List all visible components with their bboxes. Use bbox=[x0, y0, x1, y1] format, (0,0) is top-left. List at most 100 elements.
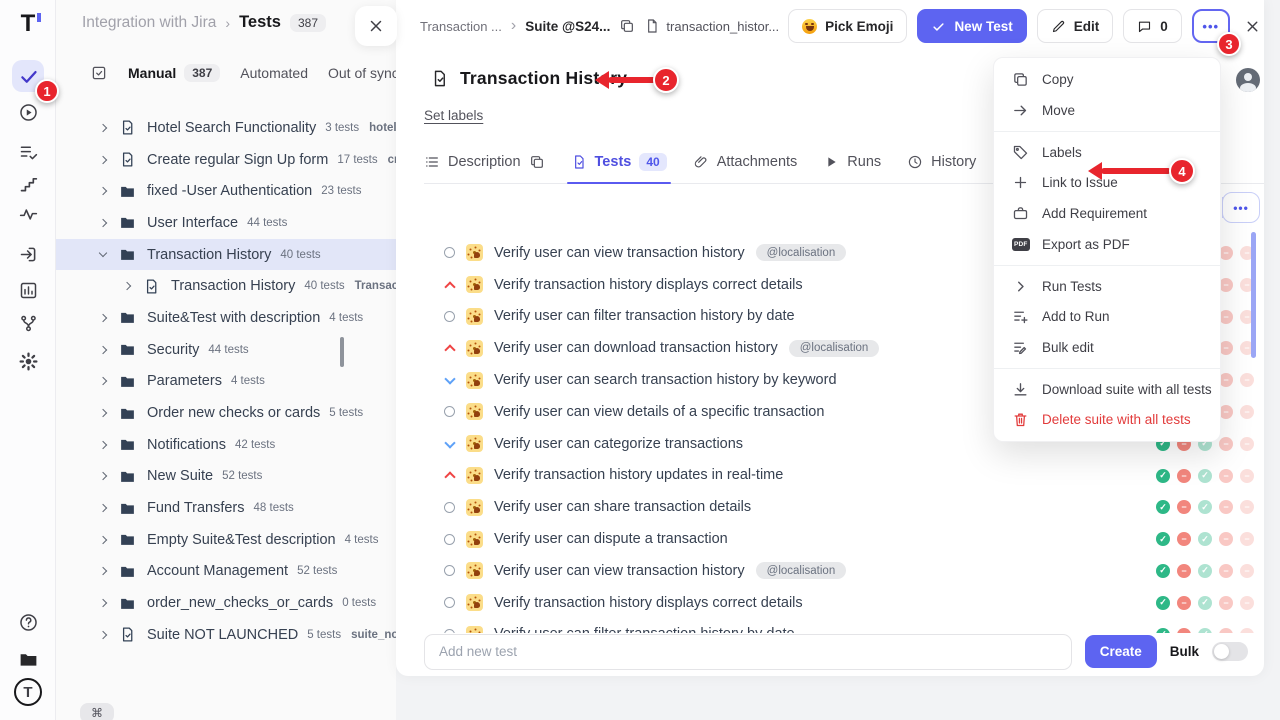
tree-row[interactable]: order_new_checks_or_cards 0 tests bbox=[56, 587, 396, 619]
fail-badge[interactable]: − bbox=[1219, 310, 1233, 324]
fail-badge[interactable]: − bbox=[1240, 373, 1254, 387]
tag-badge[interactable]: @localisation bbox=[756, 244, 847, 261]
tag-badge[interactable]: @localisation bbox=[756, 562, 847, 579]
suite-name[interactable]: User Interface bbox=[147, 215, 238, 231]
chevron-icon[interactable] bbox=[99, 631, 107, 639]
fail-badge[interactable]: − bbox=[1219, 469, 1233, 483]
chevron-icon[interactable] bbox=[99, 409, 107, 417]
pulse-nav-icon[interactable] bbox=[12, 198, 44, 230]
chevron-icon[interactable] bbox=[99, 504, 107, 512]
pick-emoji-button[interactable]: Pick Emoji bbox=[788, 9, 907, 43]
fail-badge[interactable]: − bbox=[1177, 532, 1191, 546]
fail-badge[interactable]: − bbox=[1240, 500, 1254, 514]
drawer-close-button[interactable] bbox=[355, 6, 397, 46]
fail-badge[interactable]: − bbox=[1177, 564, 1191, 578]
pass-badge[interactable]: ✓ bbox=[1156, 596, 1170, 610]
chevron-icon[interactable] bbox=[99, 377, 107, 385]
fail-badge[interactable]: − bbox=[1240, 469, 1254, 483]
chevron-icon[interactable] bbox=[99, 472, 107, 480]
test-row[interactable]: Verify user can view transaction history… bbox=[424, 555, 1264, 587]
tab-history[interactable]: History bbox=[907, 141, 976, 183]
chevron-icon[interactable] bbox=[123, 282, 131, 290]
filter-tab[interactable]: Out of sync bbox=[328, 64, 396, 82]
help-icon[interactable] bbox=[12, 606, 44, 638]
tab-runs[interactable]: Runs bbox=[823, 141, 881, 183]
new-test-button[interactable]: New Test bbox=[917, 9, 1026, 43]
pass-badge[interactable]: ✓ bbox=[1156, 564, 1170, 578]
fail-badge[interactable]: − bbox=[1219, 437, 1233, 451]
drawer-scrollbar[interactable] bbox=[340, 337, 344, 367]
menu-item[interactable]: Delete suite with all tests bbox=[994, 404, 1220, 435]
suite-name[interactable]: Notifications bbox=[147, 437, 226, 453]
tab-tests[interactable]: Tests 40 bbox=[571, 141, 667, 183]
tree-row[interactable]: Create regular Sign Up form 17 tests cre… bbox=[56, 144, 396, 176]
tree-row[interactable]: New Suite 52 tests bbox=[56, 461, 396, 493]
test-title[interactable]: Verify user can search transaction histo… bbox=[494, 372, 837, 388]
chevron-icon[interactable] bbox=[99, 124, 107, 132]
test-row[interactable]: Verify user can share transaction detail… bbox=[424, 491, 1264, 523]
user-avatar[interactable] bbox=[1236, 68, 1260, 92]
tree-row[interactable]: User Interface 44 tests bbox=[56, 207, 396, 239]
fail-badge[interactable]: − bbox=[1219, 405, 1233, 419]
test-row[interactable]: Verify transaction history displays corr… bbox=[424, 587, 1264, 619]
add-test-input[interactable] bbox=[424, 634, 1072, 670]
tree-row[interactable]: Parameters 4 tests bbox=[56, 366, 396, 398]
menu-item[interactable]: Add Requirement bbox=[994, 198, 1220, 229]
breadcrumb-project[interactable]: Integration with Jira bbox=[82, 14, 216, 32]
suite-name[interactable]: Order new checks or cards bbox=[147, 405, 320, 421]
fail-badge[interactable]: − bbox=[1240, 437, 1254, 451]
test-title[interactable]: Verify user can dispute a transaction bbox=[494, 531, 728, 547]
chevron-icon[interactable] bbox=[99, 536, 107, 544]
menu-item[interactable]: Run Tests bbox=[994, 265, 1220, 301]
chevron-icon[interactable] bbox=[99, 249, 107, 257]
fail-badge[interactable]: − bbox=[1240, 532, 1254, 546]
linked-doc[interactable]: transaction_histor... bbox=[644, 18, 779, 34]
pass-badge[interactable]: ✓ bbox=[1198, 564, 1212, 578]
app-logo[interactable]: T bbox=[12, 8, 44, 40]
chevron-icon[interactable] bbox=[99, 155, 107, 163]
test-row[interactable]: Verify user can filter transaction histo… bbox=[424, 619, 1264, 633]
fail-badge[interactable]: − bbox=[1240, 405, 1254, 419]
tree-row[interactable]: Transaction History 40 tests Transactio.… bbox=[56, 270, 396, 302]
filter-tab[interactable]: Manual 387 bbox=[128, 64, 220, 82]
suite-name[interactable]: Account Management bbox=[147, 563, 288, 579]
suite-name[interactable]: Empty Suite&Test description bbox=[147, 532, 336, 548]
fail-badge[interactable]: − bbox=[1219, 532, 1233, 546]
branch-nav-icon[interactable] bbox=[12, 307, 44, 339]
menu-item[interactable]: Add to Run bbox=[994, 301, 1220, 332]
import-nav-icon[interactable] bbox=[12, 238, 44, 270]
sync-status-icon[interactable] bbox=[90, 64, 108, 82]
pass-badge[interactable]: ✓ bbox=[1156, 532, 1170, 546]
chevron-icon[interactable] bbox=[99, 345, 107, 353]
pass-badge[interactable]: ✓ bbox=[1156, 469, 1170, 483]
suite-name[interactable]: Security bbox=[147, 342, 199, 358]
suite-name[interactable]: Fund Transfers bbox=[147, 500, 245, 516]
tab-attachments[interactable]: Attachments bbox=[693, 141, 798, 183]
tab-description[interactable]: Description bbox=[424, 141, 545, 183]
chevron-icon[interactable] bbox=[99, 567, 107, 575]
breadcrumb-current[interactable]: Suite @S24... bbox=[525, 19, 610, 34]
copy-description-icon[interactable] bbox=[529, 154, 545, 170]
tree-row[interactable]: Account Management 52 tests bbox=[56, 556, 396, 588]
fail-badge[interactable]: − bbox=[1219, 373, 1233, 387]
chevron-icon[interactable] bbox=[99, 314, 107, 322]
bulk-toggle[interactable] bbox=[1212, 642, 1248, 661]
docs-folder-icon[interactable] bbox=[12, 643, 44, 675]
test-title[interactable]: Verify transaction history updates in re… bbox=[494, 467, 783, 483]
comments-button[interactable]: 0 bbox=[1123, 9, 1182, 43]
fail-badge[interactable]: − bbox=[1219, 564, 1233, 578]
tree-row[interactable]: Order new checks or cards 5 tests bbox=[56, 397, 396, 429]
test-title[interactable]: Verify user can view details of a specif… bbox=[494, 404, 824, 420]
edit-button[interactable]: Edit bbox=[1037, 9, 1114, 43]
tree-row[interactable]: Hotel Search Functionality 3 tests hotel… bbox=[56, 112, 396, 144]
chevron-icon[interactable] bbox=[99, 219, 107, 227]
steps-nav-icon[interactable] bbox=[12, 168, 44, 200]
menu-item[interactable]: Download suite with all tests bbox=[994, 368, 1220, 404]
chevron-icon[interactable] bbox=[99, 599, 107, 607]
menu-item[interactable]: Bulk edit bbox=[994, 332, 1220, 363]
suite-name[interactable]: Create regular Sign Up form bbox=[147, 152, 328, 168]
suite-name[interactable]: Suite&Test with description bbox=[147, 310, 320, 326]
chevron-icon[interactable] bbox=[99, 440, 107, 448]
test-title[interactable]: Verify transaction history displays corr… bbox=[494, 595, 803, 611]
suite-name[interactable]: Transaction History bbox=[147, 247, 271, 263]
